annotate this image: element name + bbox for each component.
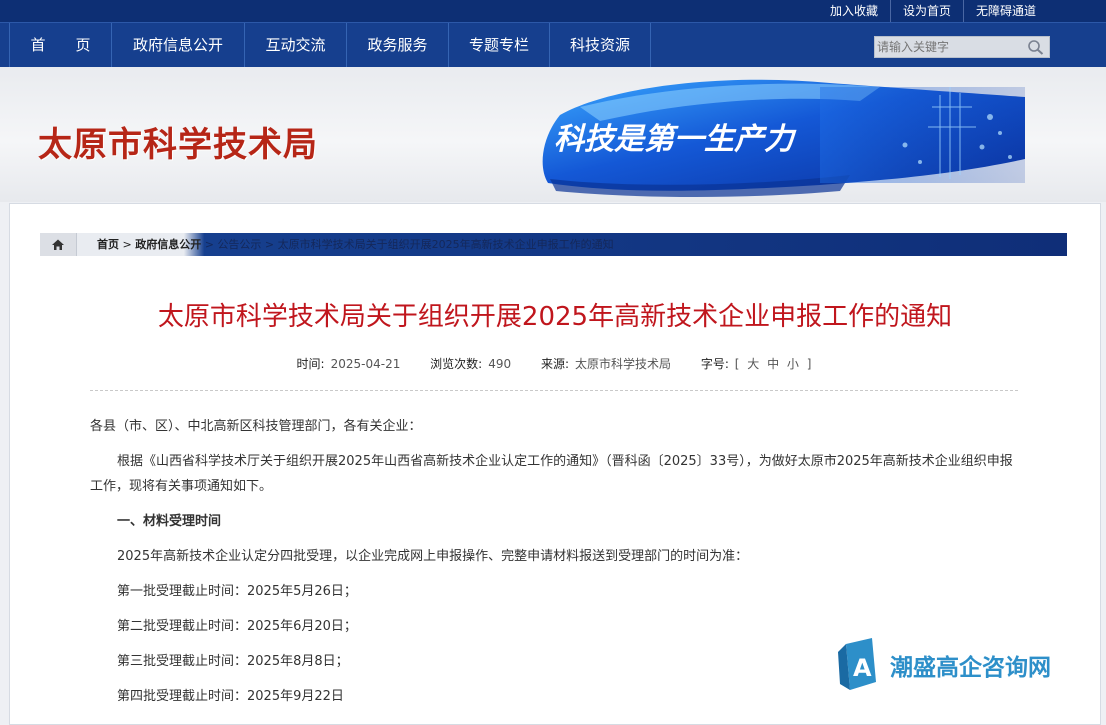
home-icon[interactable] xyxy=(40,233,77,256)
fontsize-bracket-open: [ xyxy=(734,357,740,371)
svg-text:A: A xyxy=(853,654,872,682)
accessibility-link[interactable]: 无障碍通道 xyxy=(962,0,1048,22)
article-meta: 时间: 2025-04-21 浏览次数: 490 来源: 太原市科学技术局 字号: [… xyxy=(10,355,1100,372)
top-links: 加入收藏 设为首页 无障碍通道 xyxy=(818,0,1048,22)
source-label: 来源: xyxy=(540,357,569,371)
set-homepage-link[interactable]: 设为首页 xyxy=(889,0,963,22)
breadcrumb: 首页 > 政府信息公开 > 公告公示 > 太原市科学技术局关于组织开展2025年… xyxy=(40,233,1067,256)
breadcrumb-separator: > xyxy=(119,238,136,251)
search-icon[interactable] xyxy=(1026,38,1046,56)
nav-item-topics[interactable]: 专题专栏 xyxy=(448,23,549,67)
watermark-logo-icon: A xyxy=(838,638,876,690)
fontsize-small-button[interactable]: 小 xyxy=(787,357,799,371)
breadcrumb-gov-info[interactable]: 政府信息公开 xyxy=(135,238,201,251)
title-divider xyxy=(90,390,1018,391)
publish-date: 2025-04-21 xyxy=(330,357,401,371)
top-utility-bar: 加入收藏 设为首页 无障碍通道 xyxy=(0,0,1106,22)
article-title: 太原市科学技术局关于组织开展2025年高新技术企业申报工作的通知 xyxy=(157,302,953,332)
time-label: 时间: xyxy=(296,357,325,371)
fontsize-large-button[interactable]: 大 xyxy=(747,357,759,371)
search-box xyxy=(874,36,1050,58)
search-input[interactable] xyxy=(877,38,1021,56)
intro-paragraph: 根据《山西省科学技术厅关于组织开展2025年山西省高新技术企业认定工作的通知》（… xyxy=(90,454,1013,494)
fontsize-medium-button[interactable]: 中 xyxy=(767,357,779,371)
batch-deadline: 第一批受理截止时间：2025年5月26日； xyxy=(117,584,357,599)
batch-deadline: 第二批受理截止时间：2025年6月20日； xyxy=(117,619,357,634)
nav-items: 首 页 政府信息公开 互动交流 政务服务 专题专栏 科技资源 xyxy=(9,23,651,67)
article-source: 太原市科学技术局 xyxy=(575,357,672,371)
view-count: 490 xyxy=(488,357,512,371)
watermark: A 潮盛高企咨询网 xyxy=(838,638,1068,694)
body-paragraph: 2025年高新技术企业认定分四批受理，以企业完成网上申报操作、完整申请材料报送到… xyxy=(117,549,749,564)
watermark-text: 潮盛高企咨询网 xyxy=(890,654,1051,681)
breadcrumb-path: 首页 > 政府信息公开 > 公告公示 > 太原市科学技术局关于组织开展2025年… xyxy=(97,233,614,256)
banner-slogan-text: 科技是第一生产力 xyxy=(554,122,797,157)
breadcrumb-home[interactable]: 首页 xyxy=(97,238,119,251)
salutation: 各县（市、区）、中北高新区科技管理部门，各有关企业： xyxy=(90,419,422,434)
main-nav: 首 页 政府信息公开 互动交流 政务服务 专题专栏 科技资源 xyxy=(0,22,1106,67)
nav-item-resources[interactable]: 科技资源 xyxy=(549,23,651,67)
views-label: 浏览次数: xyxy=(430,357,483,371)
add-favorite-link[interactable]: 加入收藏 xyxy=(818,0,890,22)
nav-item-home[interactable]: 首 页 xyxy=(9,23,111,67)
breadcrumb-announcements[interactable]: 公告公示 xyxy=(217,238,261,251)
nav-item-gov-info[interactable]: 政府信息公开 xyxy=(111,23,244,67)
banner-slogan-graphic: 科技是第一生产力 xyxy=(520,67,1040,202)
section-heading: 一、材料受理时间 xyxy=(117,514,222,529)
fontsize-bracket-close: ] xyxy=(806,357,812,371)
nav-item-interaction[interactable]: 互动交流 xyxy=(244,23,346,67)
breadcrumb-separator: > xyxy=(201,238,218,251)
site-title: 太原市科学技术局 xyxy=(38,125,318,165)
fontsize-label: 字号: xyxy=(700,357,729,371)
banner: 太原市科学技术局 科技是第一生产力 xyxy=(0,67,1106,202)
breadcrumb-current: 太原市科学技术局关于组织开展2025年高新技术企业申报工作的通知 xyxy=(277,238,614,251)
breadcrumb-separator: > xyxy=(261,238,278,251)
nav-item-services[interactable]: 政务服务 xyxy=(346,23,448,67)
